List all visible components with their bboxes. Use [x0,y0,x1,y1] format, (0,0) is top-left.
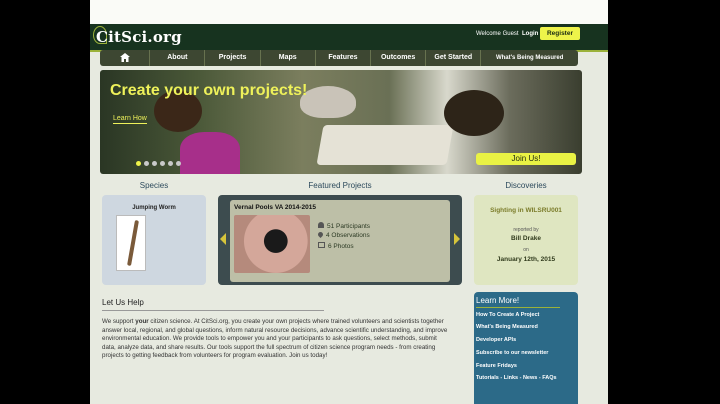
carousel-prev-arrow-icon[interactable] [220,233,226,245]
slide-dot[interactable] [152,161,157,166]
slide-dot[interactable] [144,161,149,166]
learn-more-whats-measured[interactable]: What's Being Measured [476,324,538,330]
site-header: CitSci.org Welcome Guest Login Register [90,24,608,52]
nav-get-started[interactable]: Get Started [426,50,482,66]
reported-by-label: reported by [513,227,539,233]
learn-more-create-project[interactable]: How To Create A Project [476,312,539,318]
species-heading: Species [139,181,169,190]
observations-count: 4 Observations [326,232,370,239]
hero-title: Create your own projects! [110,82,308,99]
worm-image [127,220,139,266]
nav-whats-being-measured[interactable]: What's Being Measured [481,50,578,66]
learn-how-link[interactable]: Learn How [113,115,147,124]
home-nav-button[interactable] [100,50,151,66]
home-icon [119,53,130,62]
hero-photo-board [316,125,454,165]
hero-photo-person [444,90,504,136]
reporter-name: Bill Drake [511,235,541,242]
learn-more-developer-apis[interactable]: Developer APIs [476,337,516,343]
nav-maps[interactable]: Maps [261,50,316,66]
slide-dots [136,161,181,166]
let-us-help-heading: Let Us Help [102,298,144,307]
slide-dot[interactable] [160,161,165,166]
register-button[interactable]: Register [540,27,580,40]
learn-more-feature-fridays[interactable]: Feature Fridays [476,363,517,369]
hero-banner: Create your own projects! Learn How Join… [100,70,582,174]
divider [102,310,324,311]
participants-stat: 51 Participants [318,222,370,230]
site-logo[interactable]: CitSci.org [96,28,182,46]
photos-count: 6 Photos [328,243,354,250]
featured-projects-carousel: Vernal Pools VA 2014-2015 51 Participant… [218,195,462,285]
participants-count: 51 Participants [327,223,370,230]
species-name[interactable]: Jumping Worm [102,205,206,211]
help-text-emphasis: your [135,318,149,325]
nav-features[interactable]: Features [316,50,372,66]
person-icon [318,222,324,228]
nav-projects[interactable]: Projects [205,50,261,66]
learn-more-heading: Learn More! [476,296,520,305]
join-us-button[interactable]: Join Us! [476,153,576,165]
nav-outcomes[interactable]: Outcomes [371,50,427,66]
pin-icon [316,230,325,239]
slide-dot[interactable] [136,161,141,166]
species-image[interactable] [116,215,146,271]
project-photo[interactable] [234,215,310,273]
sighting-date: January 12th, 2015 [496,256,556,263]
top-bar [90,0,608,24]
featured-project-card[interactable]: Vernal Pools VA 2014-2015 51 Participant… [230,200,450,282]
slide-dot[interactable] [168,161,173,166]
learn-more-panel: Learn More! How To Create A Project What… [474,292,578,404]
slide-dot[interactable] [176,161,181,166]
featured-heading: Featured Projects [308,181,372,190]
camera-icon [318,242,325,248]
welcome-text: Welcome Guest [476,31,519,37]
sighting-title[interactable]: Sighting in WILSRU001 [474,207,578,214]
observations-stat: 4 Observations [316,230,370,239]
help-text-rest: citizen science. At CitSci.org, you crea… [102,318,448,360]
hero-photo-shirt [180,132,240,174]
main-nav: About Projects Maps Features Outcomes Ge… [100,50,578,66]
browser-page: CitSci.org Welcome Guest Login Register … [90,0,608,404]
learn-more-newsletter[interactable]: Subscribe to our newsletter [476,350,548,356]
help-text-start: We support [102,318,136,325]
carousel-next-arrow-icon[interactable] [454,233,460,245]
divider [476,307,560,308]
help-paragraph: We support your citizen science. At CitS… [102,318,452,361]
discoveries-card[interactable]: Sighting in WILSRU001 reported by Bill D… [474,195,578,285]
learn-more-tutorials[interactable]: Tutorials - Links - News - FAQs [476,375,557,381]
species-card[interactable]: Jumping Worm [102,195,206,285]
discoveries-heading: Discoveries [505,181,547,190]
on-label: on [523,247,529,253]
login-link[interactable]: Login [522,31,538,37]
hero-photo-cap [300,86,356,118]
photos-stat: 6 Photos [318,242,354,250]
project-title[interactable]: Vernal Pools VA 2014-2015 [234,204,316,211]
nav-about[interactable]: About [150,50,206,66]
